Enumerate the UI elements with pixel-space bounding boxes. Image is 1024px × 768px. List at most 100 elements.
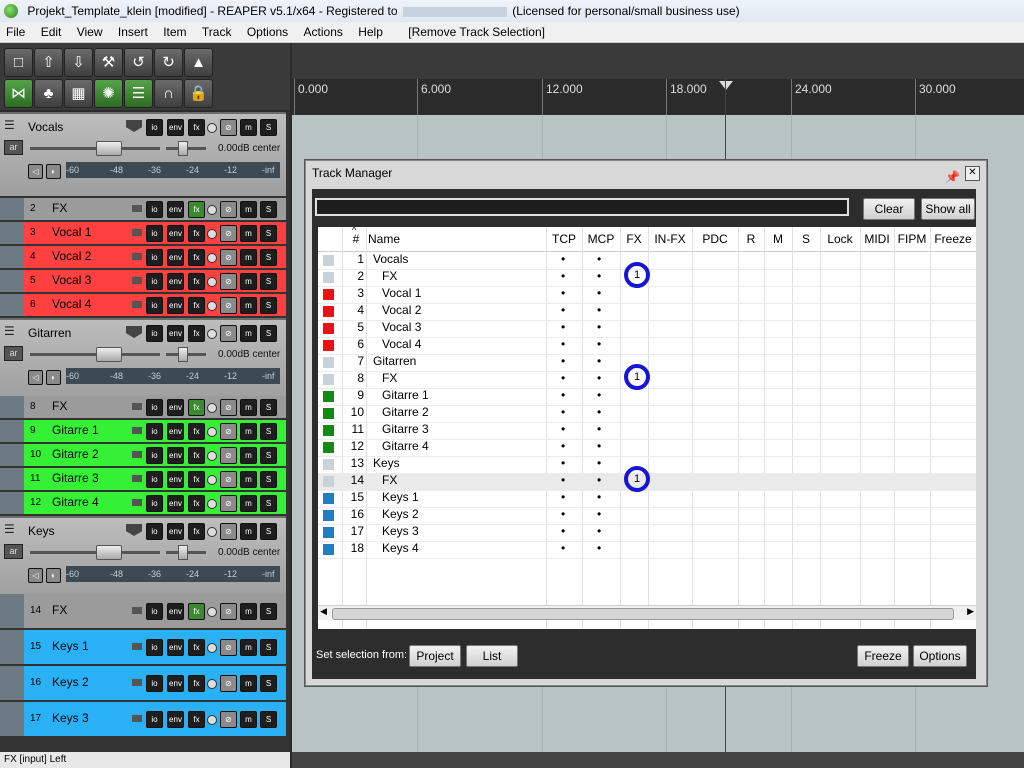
col-number[interactable]: # (348, 232, 364, 246)
table-horizontal-scrollbar[interactable]: ◀ ▶ (318, 605, 976, 620)
record-arm-icon[interactable] (207, 643, 217, 653)
automation-read-button[interactable]: ar (4, 346, 23, 361)
child-track[interactable]: 12 Gitarre 4 io env fx ⊘ m S (0, 492, 286, 514)
track-name[interactable]: Gitarre 3 (52, 471, 99, 485)
phase-icon[interactable]: ⊘ (220, 603, 237, 620)
child-track[interactable]: 15 Keys 1 io env fx ⊘ m S (0, 630, 286, 664)
mcp-visible-dot-icon[interactable]: • (597, 524, 601, 538)
volume-fader-knob[interactable] (96, 141, 122, 156)
lock-icon[interactable]: 🔒 (184, 79, 213, 108)
fx-button[interactable]: fx (188, 119, 205, 136)
scroll-thumb[interactable] (332, 608, 954, 620)
tcp-visible-dot-icon[interactable]: • (561, 269, 565, 283)
speaker-icon[interactable]: ◁ (28, 568, 43, 583)
io-button[interactable]: io (146, 399, 163, 416)
mcp-visible-dot-icon[interactable]: • (597, 439, 601, 453)
scroll-left-icon[interactable]: ◀ (320, 606, 327, 617)
mcp-visible-dot-icon[interactable]: • (597, 286, 601, 300)
mcp-visible-dot-icon[interactable]: • (597, 303, 601, 317)
track-manager-title-bar[interactable]: Track Manager 📌 ✕ (306, 161, 986, 185)
row-name[interactable]: Gitarre 4 (382, 439, 429, 453)
fx-button[interactable]: fx (188, 225, 205, 242)
envelope-button[interactable]: env (167, 119, 184, 136)
col-name[interactable]: Name (368, 232, 408, 246)
child-track[interactable]: 6 Vocal 4 io env fx ⊘ m S (0, 294, 286, 316)
envelope-icon[interactable]: ♣ (34, 79, 63, 108)
envelope-button[interactable]: env (167, 447, 184, 464)
phase-icon[interactable]: ⊘ (220, 273, 237, 290)
io-button[interactable]: io (146, 201, 163, 218)
menu-item[interactable]: Item (157, 22, 192, 42)
table-row[interactable]: 15 Keys 1 • • (318, 490, 976, 508)
phase-icon[interactable]: ⊘ (220, 325, 237, 342)
envelope-button[interactable]: env (167, 639, 184, 656)
record-arm-icon[interactable] (207, 451, 217, 461)
envelope-button[interactable]: env (167, 273, 184, 290)
record-arm-icon[interactable] (207, 475, 217, 485)
pan-knob[interactable] (178, 545, 188, 560)
menu-view[interactable]: View (71, 22, 109, 42)
folder-state-icon[interactable] (132, 451, 142, 458)
row-name[interactable]: Keys 2 (382, 507, 419, 521)
fx-button[interactable]: fx (188, 495, 205, 512)
clear-button[interactable]: Clear (863, 198, 915, 220)
mute-button[interactable]: m (240, 325, 257, 342)
tcp-visible-dot-icon[interactable]: • (561, 524, 565, 538)
phase-icon[interactable]: ⊘ (220, 249, 237, 266)
tcp-visible-dot-icon[interactable]: • (561, 320, 565, 334)
table-row[interactable]: 8 FX • • 1 (318, 364, 976, 390)
child-track[interactable]: 11 Gitarre 3 io env fx ⊘ m S (0, 468, 286, 490)
tcp-visible-dot-icon[interactable]: • (561, 541, 565, 555)
track-name[interactable]: FX (52, 399, 67, 413)
io-button[interactable]: io (146, 325, 163, 342)
mute-button[interactable]: m (240, 675, 257, 692)
child-track[interactable]: 4 Vocal 2 io env fx ⊘ m S (0, 246, 286, 268)
track-name[interactable]: FX (52, 603, 67, 617)
auto-crossfade-icon[interactable]: ⋈ (4, 79, 33, 108)
solo-button[interactable]: S (260, 249, 277, 266)
table-row[interactable]: 11 Gitarre 3 • • (318, 422, 976, 440)
mcp-visible-dot-icon[interactable]: • (597, 320, 601, 334)
mute-button[interactable]: m (240, 225, 257, 242)
table-row[interactable]: 9 Gitarre 1 • • (318, 388, 976, 406)
io-button[interactable]: io (146, 273, 163, 290)
track-name[interactable]: Vocal 4 (52, 297, 91, 311)
mcp-visible-dot-icon[interactable]: • (597, 541, 601, 555)
fx-count-annotation[interactable]: 1 (624, 466, 650, 492)
envelope-button[interactable]: env (167, 399, 184, 416)
mute-button[interactable]: m (240, 639, 257, 656)
row-name[interactable]: Vocals (373, 252, 408, 266)
tcp-visible-dot-icon[interactable]: • (561, 473, 565, 487)
fx-button[interactable]: fx (188, 297, 205, 314)
volume-fader-knob[interactable] (96, 347, 122, 362)
mute-button[interactable]: m (240, 471, 257, 488)
freeze-button[interactable]: Freeze (857, 645, 909, 667)
scroll-right-icon[interactable]: ▶ (967, 606, 974, 617)
envelope-button[interactable]: env (167, 201, 184, 218)
track-name[interactable]: Gitarren (28, 326, 71, 340)
envelope-button[interactable]: env (167, 675, 184, 692)
pin-icon[interactable]: 📌 (945, 165, 960, 189)
mute-button[interactable]: m (240, 249, 257, 266)
io-button[interactable]: io (146, 225, 163, 242)
col-tcp[interactable]: TCP (546, 232, 582, 246)
solo-button[interactable]: S (260, 225, 277, 242)
record-arm-icon[interactable] (207, 229, 217, 239)
fx-button[interactable]: fx (188, 711, 205, 728)
col-r[interactable]: R (738, 232, 764, 246)
redo-icon[interactable]: ↻ (154, 48, 183, 77)
folder-state-icon[interactable] (132, 643, 142, 650)
phase-icon[interactable]: ⊘ (220, 201, 237, 218)
record-arm-icon[interactable] (207, 205, 217, 215)
timeline-ruler[interactable]: 0.000 6.000 12.000 18.000 24.000 30.000 (292, 79, 1024, 115)
save-project-icon[interactable]: ⇩ (64, 48, 93, 77)
mute-button[interactable]: m (240, 711, 257, 728)
table-row[interactable]: 12 Gitarre 4 • • (318, 439, 976, 457)
io-button[interactable]: io (146, 675, 163, 692)
phase-icon[interactable]: ⊘ (220, 639, 237, 656)
row-name[interactable]: FX (382, 269, 397, 283)
fx-button[interactable]: fx (188, 523, 205, 540)
solo-button[interactable]: S (260, 603, 277, 620)
mcp-visible-dot-icon[interactable]: • (597, 337, 601, 351)
fx-button[interactable]: fx (188, 471, 205, 488)
